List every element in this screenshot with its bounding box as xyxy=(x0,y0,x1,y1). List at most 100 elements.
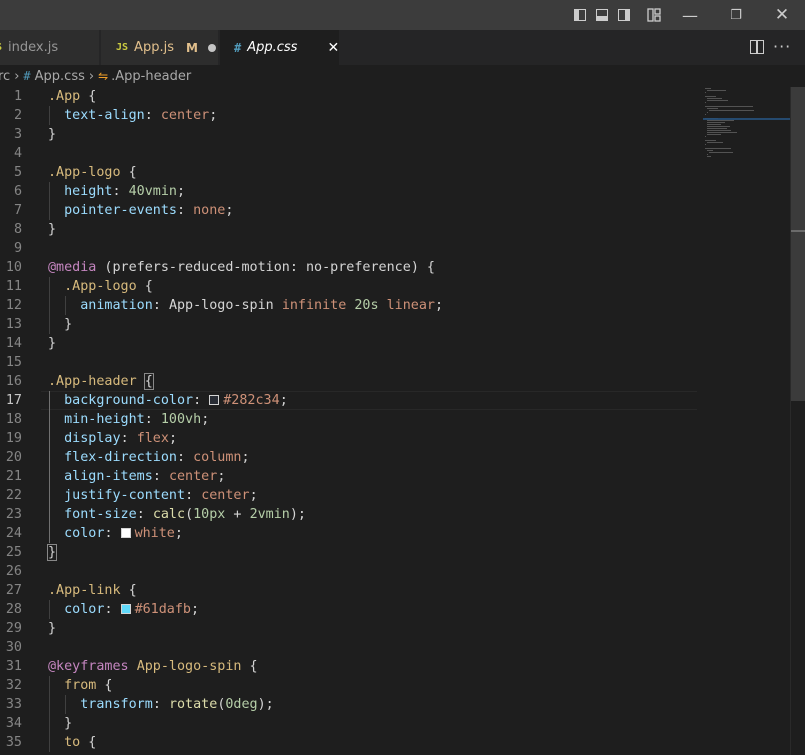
code-line[interactable]: 30 xyxy=(0,638,790,657)
code-line[interactable]: 21 align-items: center; xyxy=(0,467,790,486)
code-token: : xyxy=(144,108,161,123)
minimap-line xyxy=(705,106,753,107)
breadcrumb: rc › # App.css › ⇋ .App-header xyxy=(0,65,805,87)
tab-app-js[interactable]: JS App.js M xyxy=(101,30,219,65)
color-swatch[interactable] xyxy=(120,604,131,614)
code-token: { xyxy=(80,89,97,104)
code-token: infinite xyxy=(281,298,355,313)
code-line[interactable]: 3} xyxy=(0,125,790,144)
code-line[interactable]: 12 animation: App-logo-spin infinite 20s… xyxy=(0,296,790,315)
line-number: 19 xyxy=(5,431,22,446)
code-line[interactable]: 1 .App { xyxy=(0,87,790,106)
line-code: @media (prefers-reduced-motion: no-prefe… xyxy=(48,258,435,277)
code-line[interactable]: 16 .App-header { xyxy=(0,372,790,391)
code-line[interactable]: 5 .App-logo { xyxy=(0,163,790,182)
code-line[interactable]: 28 color: #61dafb; xyxy=(0,600,790,619)
code-line[interactable]: 14} xyxy=(0,334,790,353)
close-tab-icon[interactable]: ✕ xyxy=(327,40,339,56)
code-token: center xyxy=(201,488,250,503)
code-token: } xyxy=(46,544,58,561)
line-number: 25 xyxy=(5,545,22,560)
code-line[interactable]: 33 transform: rotate(0deg); xyxy=(0,695,790,714)
more-actions-icon[interactable]: ··· xyxy=(773,37,791,56)
code-line[interactable]: 4 xyxy=(0,144,790,163)
split-editor-icon[interactable] xyxy=(750,40,764,54)
tab-label: App.css xyxy=(247,40,298,55)
minimap-line xyxy=(705,96,716,97)
tab-app-css[interactable]: # App.css ✕ xyxy=(220,30,340,65)
tab-label: App.js xyxy=(134,40,174,55)
scrollbar-thumb[interactable] xyxy=(791,87,805,401)
breadcrumb-file[interactable]: App.css xyxy=(35,69,85,84)
color-swatch[interactable] xyxy=(209,395,220,405)
code-line[interactable]: 19 display: flex; xyxy=(0,429,790,448)
code-token: #282c34 xyxy=(223,393,280,408)
code-token: : xyxy=(177,203,194,218)
code-line[interactable]: 8} xyxy=(0,220,790,239)
line-number: 5 xyxy=(13,165,22,180)
breadcrumb-folder[interactable]: rc xyxy=(0,69,10,84)
code-token: flex-direction xyxy=(48,450,177,465)
code-line[interactable]: 32 from { xyxy=(0,676,790,695)
code-line[interactable]: 15 xyxy=(0,353,790,372)
breadcrumb-symbol[interactable]: .App-header xyxy=(111,69,191,84)
code-line[interactable]: 20 flex-direction: column; xyxy=(0,448,790,467)
line-number: 16 xyxy=(5,374,22,389)
minimize-button[interactable]: — xyxy=(667,0,713,30)
code-token: : xyxy=(144,412,161,427)
code-token: : xyxy=(152,469,169,484)
code-line[interactable]: 27 .App-link { xyxy=(0,581,790,600)
code-line[interactable]: 2 text-align: center; xyxy=(0,106,790,125)
code-editor[interactable]: 1 .App {2 text-align: center; 3} 4 5 .App-log… xyxy=(0,87,790,755)
code-line[interactable]: 29} xyxy=(0,619,790,638)
code-line[interactable]: 23 font-size: calc(10px + 2vmin); xyxy=(0,505,790,524)
code-token: } xyxy=(48,336,57,351)
code-token: ; xyxy=(279,393,288,408)
code-token: ; xyxy=(249,488,258,503)
minimap-line xyxy=(705,144,706,145)
code-line[interactable]: 26 xyxy=(0,562,790,581)
code-token: prefers-reduced-motion xyxy=(112,260,290,275)
symbol-class-icon: ⇋ xyxy=(98,69,109,83)
minimap-line xyxy=(705,88,711,89)
code-line[interactable]: 22 justify-content: center; xyxy=(0,486,790,505)
customize-layout-icon[interactable] xyxy=(646,7,662,23)
color-swatch[interactable] xyxy=(120,528,131,538)
line-number: 11 xyxy=(5,279,22,294)
restore-button[interactable]: ❐ xyxy=(713,0,759,30)
code-line[interactable]: 6 height: 40vmin; xyxy=(0,182,790,201)
code-token: : xyxy=(152,298,169,313)
line-number: 24 xyxy=(5,526,22,541)
line-code: } xyxy=(46,543,58,562)
code-line[interactable]: 7 pointer-events: none; xyxy=(0,201,790,220)
restore-icon: ❐ xyxy=(730,7,742,23)
toggle-panel-icon[interactable] xyxy=(594,7,610,23)
toggle-primary-sidebar-icon[interactable] xyxy=(572,7,588,23)
unsaved-dot-icon[interactable] xyxy=(207,43,216,52)
code-line[interactable]: 10 @media (prefers-reduced-motion: no-pre… xyxy=(0,258,790,277)
code-line[interactable]: 13 } xyxy=(0,315,790,334)
code-line[interactable]: 34 } xyxy=(0,714,790,733)
code-line[interactable]: 24 color: white; xyxy=(0,524,790,543)
code-line[interactable]: 17 background-color: #282c34; xyxy=(0,391,790,410)
minimap-line xyxy=(707,134,721,135)
code-line[interactable]: 31 @keyframes App-logo-spin { xyxy=(0,657,790,676)
minimize-icon: — xyxy=(682,5,698,25)
code-line[interactable]: 35 to { xyxy=(0,733,790,752)
code-token: white xyxy=(134,526,175,541)
tab-index-js[interactable]: S index.js xyxy=(0,30,100,65)
close-window-button[interactable]: ✕ xyxy=(759,0,805,30)
minimap-line xyxy=(705,148,731,149)
minimap-line xyxy=(707,126,730,127)
code-token: ; xyxy=(217,469,226,484)
toggle-secondary-sidebar-icon[interactable] xyxy=(616,7,632,23)
minimap[interactable] xyxy=(703,87,790,187)
code-token: ( xyxy=(96,260,113,275)
code-token: color xyxy=(48,526,105,541)
code-line[interactable]: 25} xyxy=(0,543,790,562)
minimap-line xyxy=(707,156,711,157)
line-code: justify-content: center; xyxy=(48,486,258,505)
code-line[interactable]: 18 min-height: 100vh; xyxy=(0,410,790,429)
code-line[interactable]: 9 xyxy=(0,239,790,258)
code-line[interactable]: 11 .App-logo { xyxy=(0,277,790,296)
